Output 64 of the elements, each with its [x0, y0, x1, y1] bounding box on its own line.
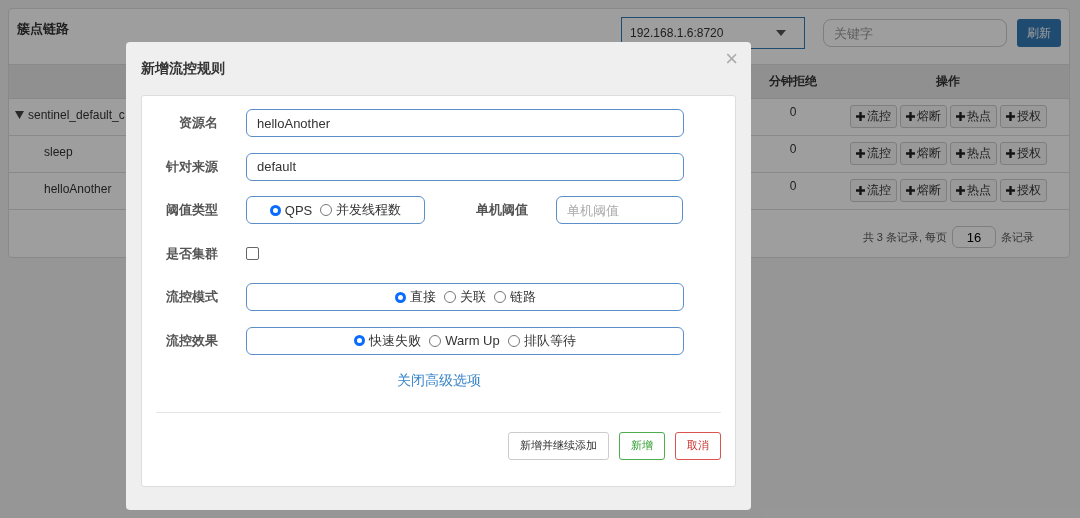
plus-icon — [905, 186, 915, 195]
field-label: 阈值类型 — [165, 201, 218, 219]
advanced-options-link[interactable]: 关闭高级选项 — [396, 371, 481, 388]
radio-option[interactable]: 直接 — [394, 288, 436, 306]
action-button[interactable]: 授权 — [999, 142, 1047, 165]
plus-icon — [1005, 186, 1015, 195]
field-label: 流控效果 — [165, 331, 218, 350]
action-button[interactable]: 流控 — [849, 142, 897, 165]
caret-icon — [776, 30, 786, 36]
radio-option[interactable]: 并发线程数 — [320, 201, 402, 219]
refresh-button[interactable]: 刷新 — [1017, 19, 1061, 47]
action-button[interactable]: 熔断 — [899, 179, 947, 202]
dialog-title: 新增流控规则 — [141, 60, 225, 78]
action-button[interactable]: 热点 — [949, 142, 997, 165]
checkbox[interactable] — [246, 247, 259, 260]
plus-icon — [1005, 112, 1015, 121]
input-field[interactable]: helloAnother — [246, 109, 684, 137]
field-label: 流控模式 — [165, 288, 218, 306]
plus-icon — [855, 186, 865, 195]
search-field[interactable]: 关键字 — [823, 19, 1007, 47]
plus-icon — [955, 149, 965, 158]
plus-icon — [955, 186, 965, 195]
radio-option[interactable]: 关联 — [443, 288, 486, 306]
plus-icon — [905, 149, 915, 158]
resource-name: helloAnother — [44, 182, 112, 196]
action-button[interactable]: 热点 — [949, 179, 997, 202]
plus-icon — [955, 112, 965, 121]
field-label: 针对来源 — [164, 157, 218, 176]
action-button[interactable]: 熔断 — [899, 142, 947, 165]
plus-icon — [905, 112, 915, 121]
plus-icon — [1005, 149, 1015, 158]
threshold-field[interactable]: 单机阈值 — [556, 196, 683, 224]
input-field[interactable]: default — [246, 152, 684, 181]
action-button[interactable]: 授权 — [999, 105, 1047, 128]
action-button[interactable]: 热点 — [949, 105, 997, 128]
dialog-button[interactable]: 取消 — [675, 431, 721, 460]
resource-name: sleep — [44, 145, 73, 159]
table-cell-text: 0 — [788, 141, 798, 156]
table-cell-text: 0 — [788, 104, 798, 119]
action-button[interactable]: 流控 — [849, 105, 897, 128]
radio-option[interactable]: 链路 — [493, 288, 536, 306]
resource-name: sentinel_default_c — [28, 108, 125, 122]
action-button[interactable]: 熔断 — [899, 105, 947, 128]
radio-option[interactable]: Warm Up — [429, 333, 500, 348]
page-title: 簇点链路 — [17, 20, 69, 38]
field-label: 单机阈值 — [475, 201, 528, 219]
column-header: 操作 — [935, 73, 961, 90]
dialog-button[interactable]: 新增并继续添加 — [508, 431, 609, 460]
plus-icon — [855, 112, 865, 121]
dialog-button[interactable]: 新增 — [619, 431, 665, 460]
expand-triangle-icon[interactable] — [15, 111, 24, 119]
radio-option[interactable]: 快速失败 — [354, 331, 422, 350]
plus-icon — [855, 149, 865, 158]
records-label: 条记录 — [1001, 229, 1034, 245]
field-label: 是否集群 — [165, 244, 218, 263]
page-size-field[interactable]: 16 — [952, 226, 996, 248]
table-cell-text: 0 — [788, 178, 798, 193]
radio-option[interactable]: 排队等待 — [507, 331, 576, 350]
action-button[interactable]: 流控 — [849, 179, 897, 202]
column-header: 分钟拒绝 — [768, 73, 818, 90]
field-label: 资源名 — [178, 114, 218, 132]
action-button[interactable]: 授权 — [999, 179, 1047, 202]
record-count: 共 3 条记录, 每页 — [862, 229, 947, 245]
radio-option[interactable]: QPS — [269, 202, 313, 218]
